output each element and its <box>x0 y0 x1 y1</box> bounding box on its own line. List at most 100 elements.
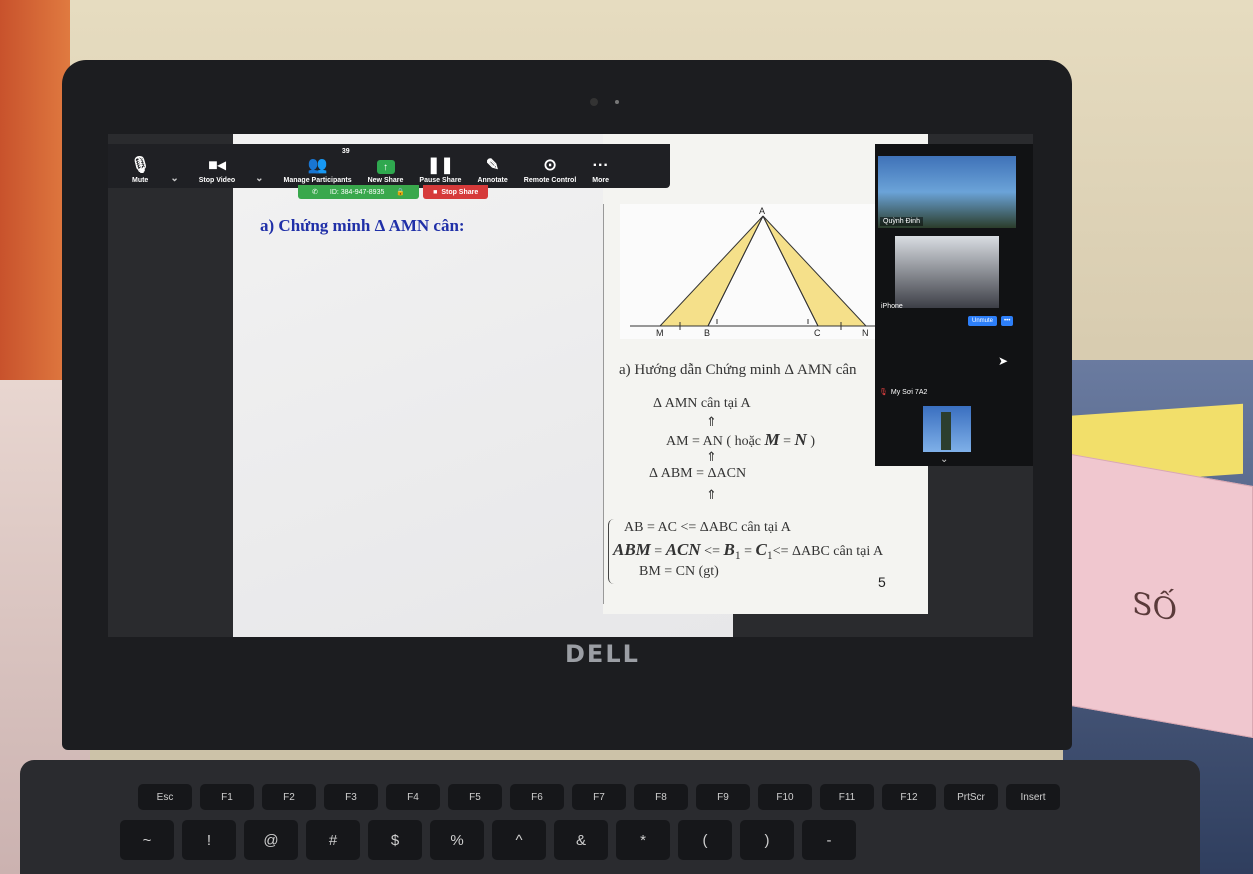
mute-button[interactable]: 🎙 Mute <box>108 144 158 188</box>
proof-line-4: AB = AC <= ΔABC cân tại A <box>624 520 791 535</box>
slide-title: a) Chứng minh Δ AMN cân: <box>260 216 465 235</box>
proof-line-5-acn: ACN <box>665 540 701 559</box>
participant-name-3: 🎙 My Sơi 7A2 <box>879 388 927 396</box>
audio-options-button[interactable]: ⌄ <box>158 144 190 188</box>
up-arrow-2: ⇑ <box>706 450 717 465</box>
key-4[interactable]: F4 <box>386 784 440 810</box>
mouse-cursor-icon: ➤ <box>998 354 1009 368</box>
chevron-up-icon: ⌄ <box>255 173 264 184</box>
pause-share-button[interactable]: ❚❚ Pause Share <box>411 144 469 188</box>
hint-title: a) Hướng dẫn Chứng minh Δ AMN cân <box>619 362 857 378</box>
proof-line-1: Δ AMN cân tại A <box>653 396 751 411</box>
key-1[interactable]: F1 <box>200 784 254 810</box>
number-key-row: ~! @ # $% ^ & *() - <box>120 820 856 860</box>
key-11[interactable]: F11 <box>820 784 874 810</box>
key-11[interactable]: - <box>802 820 856 860</box>
lock-icon: 🔒 <box>396 189 406 196</box>
new-share-label: New Share <box>367 177 404 184</box>
label-m: M <box>656 328 664 338</box>
proof-line-3: Δ ABM = ΔACN <box>649 466 747 481</box>
pause-share-label: Pause Share <box>419 177 462 184</box>
proof-line-5-eq2: = <box>740 544 756 559</box>
proof-line-2-m: M <box>764 430 780 449</box>
participant-avatar-3[interactable] <box>923 406 971 452</box>
up-arrow-3: ⇑ <box>706 488 717 503</box>
mouse-icon: ⊙ <box>543 157 557 174</box>
triangle-diagram: A M B C N <box>630 206 875 338</box>
proof-line-5-c: C <box>755 540 767 559</box>
webcam-light <box>615 100 619 104</box>
participant-video-2[interactable] <box>895 236 999 308</box>
proof-line-5-tail: <= ΔABC cân tại A <box>772 544 884 559</box>
key-5[interactable]: % <box>430 820 484 860</box>
stop-share-label: Stop Share <box>441 188 479 196</box>
key-8[interactable]: * <box>616 820 670 860</box>
key-8[interactable]: F8 <box>634 784 688 810</box>
meeting-id-badge[interactable]: ✆ ID: 384-947-8935 🔒 <box>298 185 420 199</box>
label-b: B <box>704 328 710 338</box>
book-text: SỐ <box>1132 585 1178 629</box>
participants-video-panel: Quỳnh Đinh iPhone Unmute ••• 🎙 My Sơi 7A2… <box>875 144 1033 466</box>
muted-mic-icon: 🎙 <box>879 389 888 396</box>
chevron-down-icon[interactable]: ⌄ <box>940 454 948 465</box>
key-0[interactable]: Esc <box>138 784 192 810</box>
proof-line-2-n: N <box>794 430 807 449</box>
key-13[interactable]: PrtScr <box>944 784 998 810</box>
laptop-screen: a) Chứng minh Δ AMN cân: A M B C N a) Hư… <box>108 134 1033 637</box>
key-6[interactable]: F6 <box>510 784 564 810</box>
remote-control-button[interactable]: ⊙ Remote Control <box>516 144 585 188</box>
dell-logo: DELL <box>565 640 640 668</box>
key-3[interactable]: F3 <box>324 784 378 810</box>
key-6[interactable]: ^ <box>492 820 546 860</box>
participant-name-1: Quỳnh Đinh <box>880 217 923 226</box>
manage-participants-label: Manage Participants <box>283 177 352 184</box>
key-10[interactable]: ) <box>740 820 794 860</box>
key-0[interactable]: ~ <box>120 820 174 860</box>
key-5[interactable]: F5 <box>448 784 502 810</box>
unmute-button[interactable]: Unmute <box>968 316 998 326</box>
key-1[interactable]: ! <box>182 820 236 860</box>
video-options-button[interactable]: ⌄ <box>243 144 275 188</box>
key-10[interactable]: F10 <box>758 784 812 810</box>
key-12[interactable]: F12 <box>882 784 936 810</box>
proof-line-5: ABM = ACN <= B1 = C1<= ΔABC cân tại A <box>613 540 883 562</box>
key-7[interactable]: & <box>554 820 608 860</box>
meeting-status-bar: ✆ ID: 384-947-8935 🔒 ■ Stop Share <box>298 185 489 199</box>
stop-share-button[interactable]: ■ Stop Share <box>423 185 489 199</box>
meeting-id-text: ID: 384-947-8935 <box>329 188 385 196</box>
orange-wall-panel <box>0 0 70 400</box>
key-9[interactable]: F9 <box>696 784 750 810</box>
label-c: C <box>814 328 821 338</box>
pause-icon: ❚❚ <box>427 157 454 174</box>
key-4[interactable]: $ <box>368 820 422 860</box>
microphone-icon: 🎙 <box>130 157 151 174</box>
participant-more-button[interactable]: ••• <box>1001 316 1014 326</box>
page-number: 5 <box>878 574 886 590</box>
participant-video-1[interactable]: Quỳnh Đinh <box>878 156 1016 228</box>
new-share-button[interactable]: ↑ New Share <box>360 144 412 188</box>
key-9[interactable]: ( <box>678 820 732 860</box>
triangle-acn <box>762 215 868 327</box>
more-button[interactable]: ··· More <box>584 144 617 188</box>
proof-line-5-b: B <box>723 540 735 559</box>
phone-icon: ✆ <box>312 189 318 196</box>
key-2[interactable]: F2 <box>262 784 316 810</box>
ellipsis-icon: ··· <box>592 157 609 174</box>
more-label: More <box>592 177 610 184</box>
share-up-arrow-icon: ↑ <box>376 160 395 174</box>
key-7[interactable]: F7 <box>572 784 626 810</box>
triangle-abm <box>658 215 764 327</box>
annotate-button[interactable]: ✎ Annotate <box>469 144 515 188</box>
key-2[interactable]: @ <box>244 820 298 860</box>
manage-participants-button[interactable]: 39 👥 Manage Participants <box>276 144 360 188</box>
participant-name-2: iPhone <box>881 303 903 310</box>
video-camera-icon: ■◂ <box>208 157 226 174</box>
statue-image <box>941 412 951 450</box>
key-14[interactable]: Insert <box>1006 784 1060 810</box>
webcam <box>590 98 598 106</box>
key-3[interactable]: # <box>306 820 360 860</box>
stop-video-button[interactable]: ■◂ Stop Video <box>191 144 243 188</box>
pencil-icon: ✎ <box>485 157 500 174</box>
participant-name-3-text: My Sơi 7A2 <box>890 389 928 396</box>
stop-square-icon: ■ <box>433 188 438 196</box>
